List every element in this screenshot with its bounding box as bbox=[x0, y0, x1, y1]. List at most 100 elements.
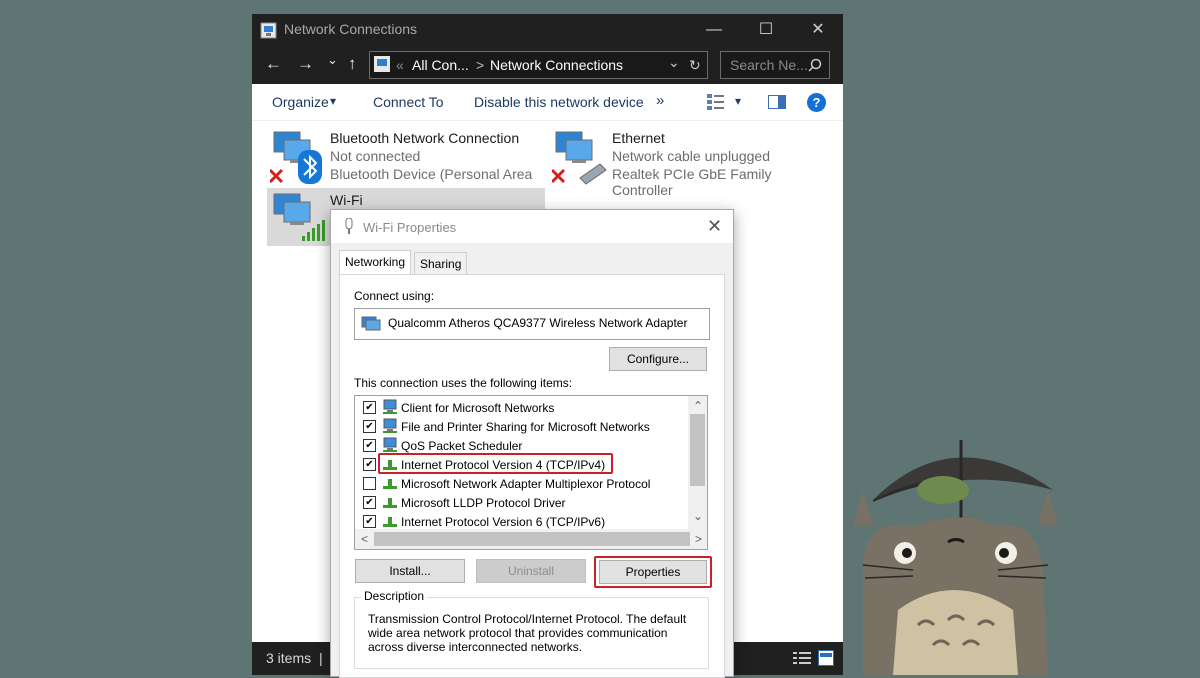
forward-icon[interactable]: → bbox=[297, 54, 314, 74]
view-dropdown-icon[interactable]: ▾ bbox=[735, 94, 741, 108]
item-checkbox[interactable]: ✔ bbox=[363, 496, 376, 509]
change-view-icon[interactable] bbox=[707, 94, 725, 110]
item-checkbox[interactable]: ✔ bbox=[363, 420, 376, 433]
scroll-down-icon[interactable]: ⌄ bbox=[693, 509, 703, 523]
command-bar: Organize ▾ Connect To Disable this netwo… bbox=[252, 84, 843, 121]
networking-panel: Connect using: Qualcomm Atheros QCA9377 … bbox=[339, 274, 725, 678]
connection-name: Bluetooth Network Connection bbox=[330, 130, 520, 146]
item-checkbox[interactable] bbox=[363, 477, 376, 490]
dialog-title: Wi-Fi Properties bbox=[363, 220, 457, 235]
ipv4-highlight bbox=[378, 453, 613, 474]
network-protocol-icon bbox=[383, 479, 397, 489]
scrollbar-thumb[interactable] bbox=[690, 414, 705, 486]
horizontal-scrollbar-thumb[interactable] bbox=[374, 532, 690, 546]
wallpaper-artwork bbox=[853, 440, 1058, 675]
network-folder-icon bbox=[260, 22, 277, 39]
components-list[interactable]: ✔ Client for Microsoft Networks ✔ File and … bbox=[354, 395, 708, 550]
horizontal-scrollbar[interactable]: < > bbox=[355, 529, 707, 549]
more-commands-icon[interactable]: » bbox=[656, 92, 664, 109]
up-icon[interactable]: ↑ bbox=[348, 54, 357, 74]
list-item-label: Microsoft Network Adapter Multiplexor Pr… bbox=[401, 477, 651, 491]
wifi-properties-dialog: Wi-Fi Properties ✕ Networking Sharing Co… bbox=[330, 209, 734, 678]
connect-to-button[interactable]: Connect To bbox=[373, 94, 444, 110]
network-protocol-icon bbox=[383, 517, 397, 527]
bluetooth-network-icon bbox=[270, 131, 322, 184]
scroll-left-icon[interactable]: < bbox=[361, 532, 368, 546]
list-item[interactable]: ✔ File and Printer Sharing for Microsoft … bbox=[355, 417, 685, 436]
close-button[interactable]: ✕ bbox=[793, 14, 843, 46]
adapter-name: Qualcomm Atheros QCA9377 Wireless Networ… bbox=[388, 316, 688, 330]
connection-name: Wi-Fi bbox=[330, 192, 363, 208]
recent-locations-icon[interactable]: ⌄ bbox=[327, 52, 338, 68]
item-checkbox[interactable]: ✔ bbox=[363, 458, 376, 471]
details-view-icon[interactable] bbox=[793, 651, 811, 666]
scroll-up-icon[interactable]: ⌃ bbox=[693, 399, 703, 413]
list-item[interactable]: ✔ Microsoft LLDP Protocol Driver bbox=[355, 493, 685, 512]
organize-dropdown-icon[interactable]: ▾ bbox=[330, 94, 336, 108]
description-label: Description bbox=[361, 589, 428, 603]
breadcrumb-separator: > bbox=[476, 57, 485, 73]
uninstall-button: Uninstall bbox=[476, 559, 586, 583]
ethernet-network-icon bbox=[552, 131, 607, 185]
list-item-label: QoS Packet Scheduler bbox=[401, 439, 523, 453]
title-bar: Network Connections — ☐ ✕ bbox=[252, 14, 843, 46]
description-text: Transmission Control Protocol/Internet P… bbox=[368, 612, 687, 654]
connect-using-label: Connect using: bbox=[354, 289, 435, 303]
totoro-icon bbox=[853, 476, 1058, 675]
list-item-label: Client for Microsoft Networks bbox=[401, 401, 555, 415]
breadcrumb-all-control-panel[interactable]: All Con... bbox=[412, 57, 469, 73]
help-icon[interactable]: ? bbox=[807, 93, 826, 112]
item-checkbox[interactable]: ✔ bbox=[363, 401, 376, 414]
properties-highlight: Properties bbox=[594, 556, 712, 588]
refresh-icon[interactable]: ↻ bbox=[689, 57, 701, 74]
items-label: This connection uses the following items… bbox=[354, 376, 573, 390]
list-item[interactable]: Microsoft Network Adapter Multiplexor Pr… bbox=[355, 474, 685, 493]
list-item-label: Microsoft LLDP Protocol Driver bbox=[401, 496, 566, 510]
wireless-adapter-icon bbox=[345, 218, 353, 234]
network-client-icon bbox=[383, 437, 397, 452]
maximize-button[interactable]: ☐ bbox=[741, 14, 791, 46]
item-checkbox[interactable]: ✔ bbox=[363, 515, 376, 528]
organize-menu[interactable]: Organize bbox=[272, 94, 329, 110]
tiles-view-icon[interactable] bbox=[818, 650, 834, 666]
wifi-network-icon bbox=[273, 193, 325, 241]
vertical-scrollbar[interactable]: ⌃ ⌄ bbox=[688, 396, 707, 529]
dialog-title-bar: Wi-Fi Properties ✕ bbox=[331, 210, 733, 243]
back-icon[interactable]: ← bbox=[265, 54, 282, 74]
breadcrumb-overflow[interactable]: « bbox=[396, 57, 404, 73]
properties-button[interactable]: Properties bbox=[599, 560, 707, 584]
connection-status: Not connected bbox=[330, 148, 421, 164]
dialog-close-button[interactable]: ✕ bbox=[707, 216, 722, 237]
address-dropdown-icon[interactable]: ⌄ bbox=[668, 54, 680, 71]
item-checkbox[interactable]: ✔ bbox=[363, 439, 376, 452]
search-placeholder: Search Ne... bbox=[730, 57, 808, 73]
network-protocol-icon bbox=[383, 498, 397, 508]
list-item-label: File and Printer Sharing for Microsoft N… bbox=[401, 420, 650, 434]
list-item[interactable]: ✔ Internet Protocol Version 4 (TCP/IPv4) bbox=[355, 453, 685, 474]
install-button[interactable]: Install... bbox=[355, 559, 465, 583]
status-divider: | bbox=[319, 650, 323, 666]
minimize-button[interactable]: — bbox=[689, 14, 739, 46]
disable-device-button[interactable]: Disable this network device bbox=[474, 94, 644, 110]
list-item[interactable]: ✔ Client for Microsoft Networks bbox=[355, 398, 685, 417]
network-folder-icon bbox=[374, 56, 390, 72]
search-input[interactable]: Search Ne... bbox=[720, 51, 830, 79]
search-icon bbox=[808, 58, 822, 72]
network-client-icon bbox=[383, 418, 397, 433]
address-bar[interactable]: « All Con... > Network Connections ⌄ ↻ bbox=[369, 51, 708, 79]
window-title: Network Connections bbox=[284, 21, 418, 37]
list-item-label: Internet Protocol Version 6 (TCP/IPv6) bbox=[401, 515, 606, 529]
network-adapter-icon bbox=[361, 316, 381, 331]
configure-button[interactable]: Configure... bbox=[609, 347, 707, 371]
scroll-right-icon[interactable]: > bbox=[695, 532, 702, 546]
tab-networking[interactable]: Networking bbox=[339, 250, 412, 275]
breadcrumb-network-connections[interactable]: Network Connections bbox=[490, 57, 623, 73]
connection-name: Ethernet bbox=[612, 130, 665, 146]
network-client-icon bbox=[383, 399, 397, 414]
item-count: 3 items bbox=[266, 650, 312, 666]
connection-bluetooth[interactable]: Bluetooth Network Connection Not connect… bbox=[266, 126, 546, 198]
adapter-field: Qualcomm Atheros QCA9377 Wireless Networ… bbox=[354, 308, 710, 340]
preview-pane-icon[interactable] bbox=[768, 95, 786, 109]
connection-ethernet[interactable]: Ethernet Network cable unplugged Realtek… bbox=[548, 126, 828, 198]
tab-sharing[interactable]: Sharing bbox=[414, 252, 468, 276]
